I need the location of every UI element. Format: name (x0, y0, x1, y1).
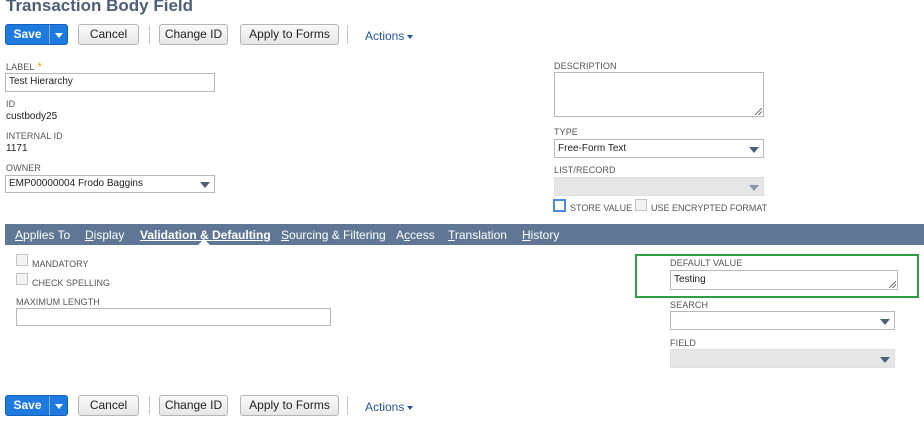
save-button-group: Save (5, 24, 68, 45)
owner-field-label: OWNER (6, 163, 41, 173)
search-select[interactable] (670, 311, 895, 330)
top-toolbar: Save Cancel Change ID Apply to Forms Act… (5, 24, 425, 47)
mandatory-checkbox (16, 254, 28, 266)
toolbar-divider (149, 25, 150, 44)
actions-menu[interactable]: Actions (365, 29, 414, 43)
save-button[interactable]: Save (6, 25, 49, 44)
id-value: custbody25 (6, 111, 58, 122)
change-id-button[interactable]: Change ID (159, 24, 228, 45)
chevron-down-icon (200, 182, 210, 188)
resize-handle-icon[interactable] (755, 108, 762, 115)
caret-down-icon (407, 405, 414, 410)
label-input[interactable]: Test Hierarchy (5, 73, 215, 92)
toolbar-divider (347, 396, 348, 415)
apply-to-forms-button[interactable]: Apply to Forms (240, 395, 339, 416)
default-value-textarea[interactable]: Testing (670, 270, 898, 290)
store-value-checkbox[interactable] (553, 199, 566, 212)
cancel-button[interactable]: Cancel (78, 395, 139, 416)
cancel-button[interactable]: Cancel (78, 24, 139, 45)
save-button-group: Save (5, 395, 68, 416)
search-field-label: SEARCH (670, 300, 709, 310)
field-field-label: FIELD (670, 338, 697, 348)
active-tab-indicator (198, 239, 210, 245)
actions-menu[interactable]: Actions (365, 400, 414, 414)
actions-label: Actions (365, 29, 405, 43)
maximum-length-input[interactable] (16, 308, 331, 326)
owner-select-value: EMP00000004 Frodo Baggins (9, 178, 143, 189)
type-field-label: TYPE (554, 127, 578, 137)
type-select-value: Free-Form Text (558, 143, 627, 154)
default-value-field-label: DEFAULT VALUE (670, 258, 743, 268)
save-button[interactable]: Save (6, 396, 49, 415)
tab-applies-to[interactable]: Applies To (15, 228, 70, 242)
internal-id-field-label: INTERNAL ID (6, 131, 63, 141)
bottom-toolbar: Save Cancel Change ID Apply to Forms Act… (5, 395, 425, 418)
owner-select[interactable]: EMP00000004 Frodo Baggins (5, 175, 215, 193)
page-title: Transaction Body Field (6, 0, 194, 15)
type-select[interactable]: Free-Form Text (554, 139, 764, 158)
required-marker: * (37, 61, 42, 73)
list-record-field-label: LIST/RECORD (554, 165, 616, 175)
save-menu-chevron-down-icon[interactable] (49, 396, 67, 415)
tab-sourcing-filtering[interactable]: Sourcing & Filtering (281, 228, 386, 242)
store-value-label: STORE VALUE (570, 203, 633, 213)
label-field-label: LABEL * (6, 61, 42, 73)
check-spelling-checkbox (16, 273, 28, 285)
change-id-button[interactable]: Change ID (159, 395, 228, 416)
field-select (670, 349, 895, 368)
chevron-down-icon (880, 356, 890, 363)
tab-display[interactable]: Display (85, 228, 124, 242)
apply-to-forms-button[interactable]: Apply to Forms (240, 24, 339, 45)
default-value-text: Testing (674, 274, 706, 285)
save-menu-chevron-down-icon[interactable] (49, 25, 67, 44)
maximum-length-field-label: MAXIMUM LENGTH (16, 297, 100, 307)
chevron-down-icon (749, 184, 759, 191)
description-textarea[interactable] (554, 72, 764, 117)
toolbar-divider (347, 25, 348, 44)
description-field-label: DESCRIPTION (554, 61, 617, 71)
tab-access[interactable]: Access (396, 228, 435, 242)
toolbar-divider (149, 396, 150, 415)
chevron-down-icon (880, 318, 890, 325)
use-encrypted-format-label: USE ENCRYPTED FORMAT (651, 203, 768, 213)
internal-id-value: 1171 (6, 143, 28, 154)
mandatory-label: MANDATORY (32, 259, 89, 269)
tab-translation[interactable]: Translation (448, 228, 507, 242)
chevron-down-icon (749, 146, 759, 153)
tab-history[interactable]: History (522, 228, 559, 242)
caret-down-icon (407, 34, 414, 39)
list-record-select (554, 177, 764, 196)
id-field-label: ID (6, 99, 16, 109)
subtab-bar: Applies To Display Validation & Defaulti… (5, 224, 924, 245)
check-spelling-label: CHECK SPELLING (32, 278, 111, 288)
actions-label: Actions (365, 400, 405, 414)
resize-handle-icon[interactable] (889, 281, 896, 288)
use-encrypted-format-checkbox (635, 199, 647, 211)
